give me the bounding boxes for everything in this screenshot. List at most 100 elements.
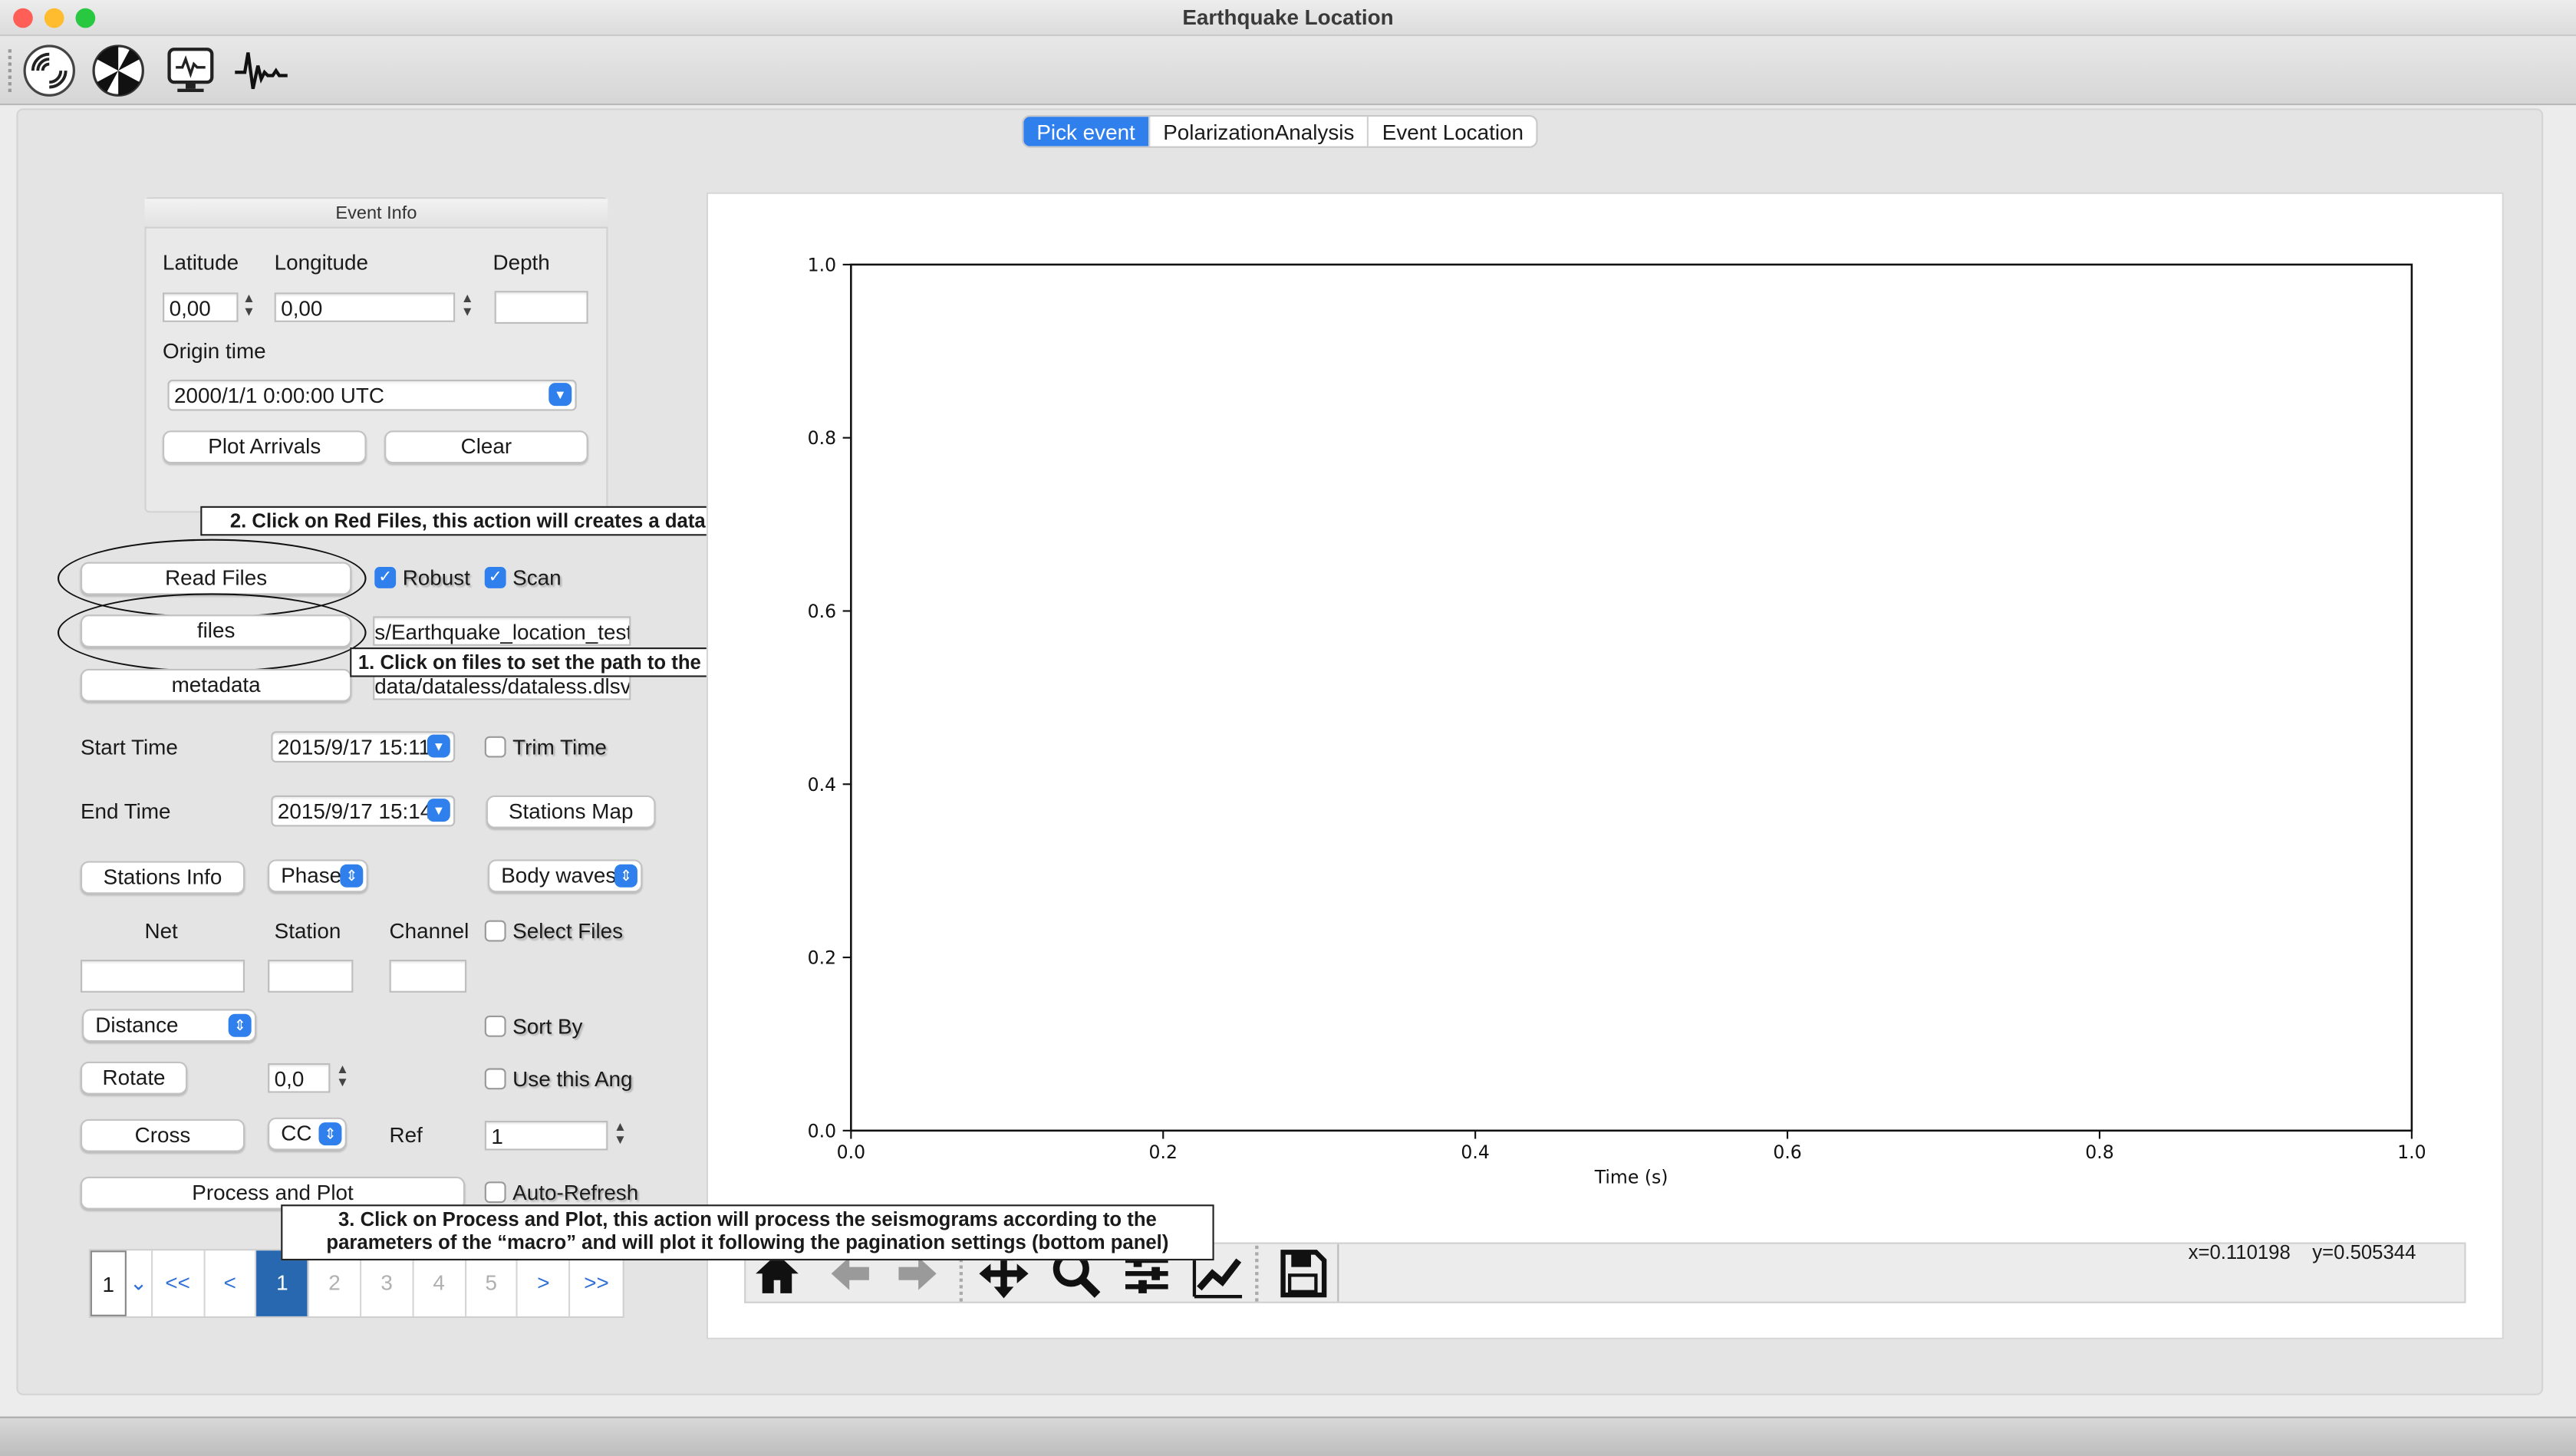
stations-map-button[interactable]: Stations Map [486,795,656,828]
select-files-checkbox[interactable] [484,920,506,942]
station-label: Station [274,918,341,944]
origin-time-field[interactable]: 2000/1/1 0:00:00 UTC ▾ [167,379,577,411]
channel-label: Channel [389,918,469,944]
auto-refresh-label: Auto-Refresh [512,1180,639,1205]
seismogram-icon[interactable] [233,43,289,99]
stations-info-button[interactable]: Stations Info [80,861,245,894]
app-toolbar [0,36,2576,106]
depth-label: Depth [492,249,550,275]
sort-by-checkbox[interactable] [484,1015,506,1037]
channel-field[interactable] [389,960,467,993]
robust-label: Robust [402,565,470,591]
chevron-down-icon[interactable]: ▾ [427,799,450,822]
net-label: Net [144,918,178,944]
cursor-coordinates: x=0.110198 y=0.505344 [2188,1240,2416,1264]
ref-stepper[interactable]: ▲ ▼ [613,1120,628,1151]
x-tick-label: 0.2 [1149,1141,1178,1163]
plot-arrivals-button[interactable]: Plot Arrivals [163,430,367,464]
clear-button[interactable]: Clear [384,430,588,464]
cross-button[interactable]: Cross [80,1118,245,1152]
start-time-value: 2015/9/17 15:11:5 [277,734,449,759]
sort-by-value: Distance [95,1012,179,1037]
updown-chevron-icon: ⇕ [318,1122,342,1146]
cc-select[interactable]: CC ⇕ [268,1117,347,1151]
y-tick-label: 0.2 [808,947,836,969]
net-field[interactable] [80,960,245,993]
end-time-value: 2015/9/17 15:14: [277,799,438,824]
tab-event-location[interactable]: Event Location [1369,117,1537,147]
longitude-field[interactable]: 0,00 [274,292,456,322]
x-tick-label: 0.4 [1461,1141,1489,1163]
event-info-title: Event Info [144,199,608,229]
updown-chevron-icon: ⇕ [614,864,637,888]
metadata-button[interactable]: metadata [80,668,352,702]
y-tick-label: 0.8 [808,427,836,449]
trim-time-label: Trim Time [512,734,607,759]
x-axis-label: Time (s) [1594,1166,1668,1188]
end-time-label: End Time [80,799,171,824]
wave-type-select[interactable]: Body waves ⇕ [488,859,643,893]
trim-time-checkbox[interactable] [484,736,506,758]
sort-by-select[interactable]: Distance ⇕ [82,1009,257,1043]
end-time-field[interactable]: 2015/9/17 15:14: ▾ [271,795,456,827]
chart-svg[interactable]: 0.0 0.2 0.4 0.6 0.8 1.0 0.0 0.2 0.4 0.6 0.8 1.0 Time… [708,194,2505,1341]
y-tick-label: 0.0 [808,1120,836,1141]
chevron-down-icon[interactable]: ▾ [427,734,450,758]
toolbar-separator [1255,1245,1259,1302]
save-icon[interactable] [1275,1246,1331,1302]
y-tick-label: 0.4 [808,774,836,796]
longitude-stepper[interactable]: ▲ ▼ [460,292,475,322]
latitude-field[interactable]: 0,00 [163,292,239,322]
updown-chevron-icon: ⇕ [228,1013,252,1037]
y-tick-label: 1.0 [808,254,836,275]
use-this-angle-label: Use this Ang [512,1066,633,1092]
angle-field[interactable]: 0,0 [268,1063,331,1093]
x-tick-label: 1.0 [2397,1141,2426,1163]
cc-value: CC [281,1120,312,1146]
scan-checkbox[interactable]: ✓ [484,567,506,588]
robust-checkbox[interactable]: ✓ [374,567,397,588]
x-tick-label: 0.8 [2085,1141,2113,1163]
start-time-field[interactable]: 2015/9/17 15:11:5 ▾ [271,731,456,763]
x-tick-label: 0.6 [1773,1141,1801,1163]
monitor-icon[interactable] [163,43,219,99]
plot-canvas[interactable]: 0.0 0.2 0.4 0.6 0.8 1.0 0.0 0.2 0.4 0.6 0.8 1.0 Time… [706,192,2505,1341]
first-page-button[interactable]: << [153,1250,205,1316]
window-title: Earthquake Location [1182,5,1394,30]
latitude-stepper[interactable]: ▲ ▼ [242,292,256,322]
toolbar-grip[interactable] [8,49,12,92]
page-size-select[interactable]: 1 [90,1250,127,1316]
tab-polarization-analysis[interactable]: PolarizationAnalysis [1150,117,1369,147]
prev-page-button[interactable]: < [205,1250,257,1316]
focal-mechanism-icon[interactable] [91,43,147,99]
status-bar [0,1416,2576,1456]
station-field[interactable] [268,960,354,993]
x-tick-label: 0.0 [837,1141,865,1163]
app-window: Earthquake Location Pick event Polarizat… [0,0,2576,1456]
ref-field[interactable]: 1 [484,1120,608,1151]
angle-stepper[interactable]: ▲ ▼ [335,1062,350,1093]
phase-select[interactable]: Phase ⇕ [268,859,368,893]
start-time-label: Start Time [80,734,178,759]
chevron-down-icon[interactable]: ▾ [548,383,572,407]
origin-time-value: 2000/1/1 0:00:00 UTC [174,383,384,408]
tab-pick-event[interactable]: Pick event [1023,117,1151,147]
wave-type-value: Body waves [501,862,617,888]
depth-field[interactable] [494,291,588,324]
files-path-field[interactable]: s/Earthquake_location_test [373,616,631,646]
ref-label: Ref [389,1122,423,1148]
seismic-wave-icon[interactable] [21,43,77,99]
auto-refresh-checkbox[interactable] [484,1181,506,1204]
phase-select-value: Phase [281,862,342,888]
step3-line1: 3. Click on Process and Plot, this actio… [338,1207,1157,1231]
scan-label: Scan [512,565,562,591]
sort-by-label: Sort By [512,1013,583,1039]
use-this-angle-checkbox[interactable] [484,1068,506,1090]
latitude-label: Latitude [163,249,239,275]
chevron-down-icon[interactable]: ⌄ [127,1250,153,1316]
step3-annotation: 3. Click on Process and Plot, this actio… [281,1204,1214,1261]
y-tick-label: 0.6 [808,601,836,622]
select-files-label: Select Files [512,918,624,944]
rotate-button[interactable]: Rotate [80,1061,188,1095]
files-highlight [57,593,367,673]
